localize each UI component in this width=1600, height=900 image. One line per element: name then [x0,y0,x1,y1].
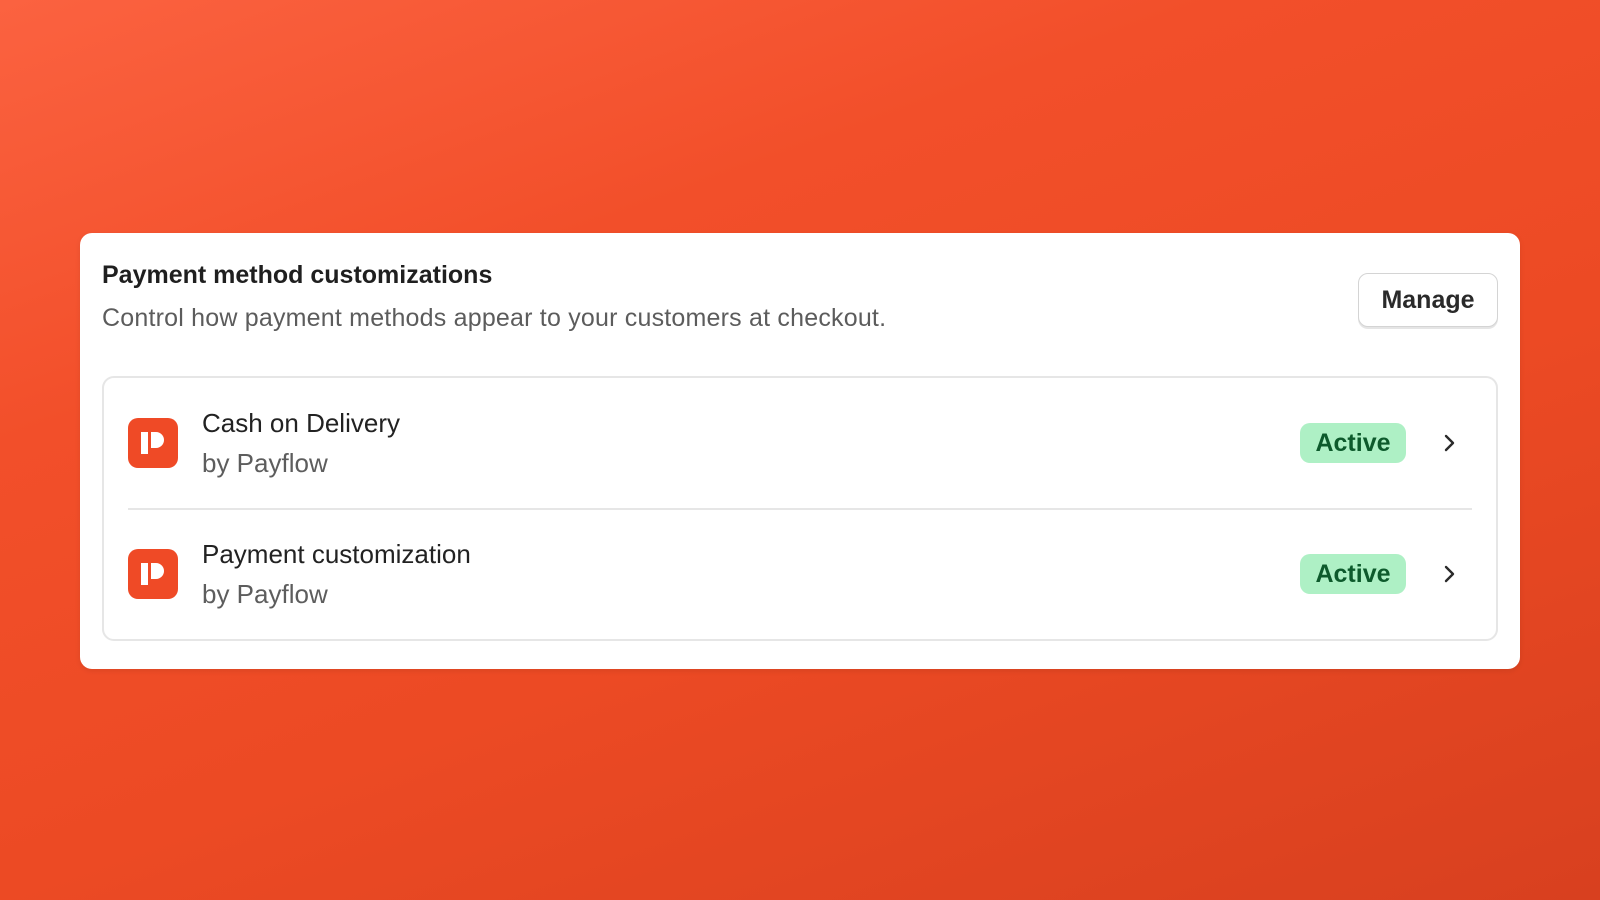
payment-customizations-card: Payment method customizations Control ho… [80,233,1520,669]
payflow-logo-icon [128,549,178,599]
chevron-right-icon[interactable] [1434,428,1464,458]
list-item-cash-on-delivery[interactable]: Cash on Delivery by Payflow Active [104,378,1496,510]
item-name: Payment customization [202,539,471,569]
item-name: Cash on Delivery [202,408,400,438]
card-title: Payment method customizations [102,261,493,289]
item-vendor: by Payflow [202,579,328,609]
manage-button[interactable]: Manage [1358,273,1498,327]
customization-list: Cash on Delivery by Payflow Active Payme… [102,376,1498,641]
card-subtitle: Control how payment methods appear to yo… [102,304,887,332]
card-header: Payment method customizations Control ho… [102,261,1498,341]
chevron-right-icon[interactable] [1434,559,1464,589]
status-badge: Active [1300,554,1406,594]
status-badge: Active [1300,423,1406,463]
item-vendor: by Payflow [202,448,328,478]
payflow-logo-icon [128,418,178,468]
list-item-payment-customization[interactable]: Payment customization by Payflow Active [104,509,1496,639]
